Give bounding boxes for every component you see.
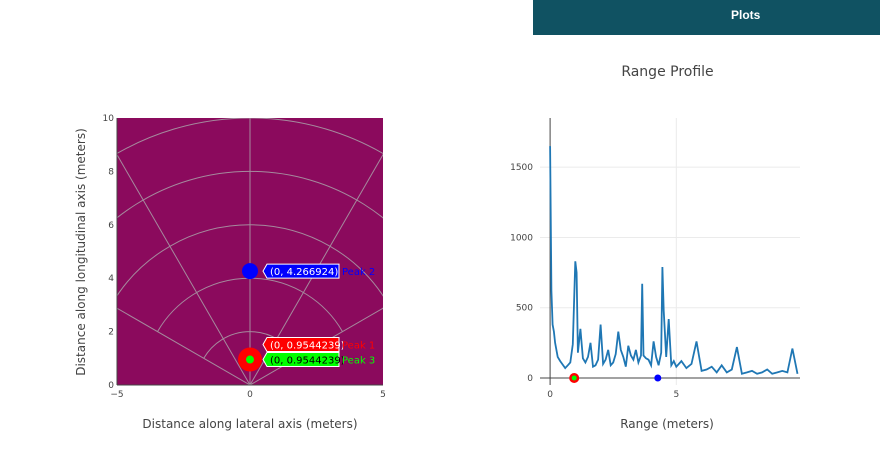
polar-plot-area[interactable] (117, 118, 383, 385)
y-tick-label: 6 (108, 221, 114, 231)
box-select-icon[interactable] (234, 40, 246, 52)
zoom-icon[interactable] (201, 40, 214, 53)
polar-ylabel: Distance along longitudinal axis (meters… (74, 128, 88, 376)
y-tick-label: 1500 (510, 163, 533, 173)
hover-compare-icon[interactable] (429, 40, 445, 52)
range-xlabel: Range (meters) (620, 417, 714, 431)
x-tick-label: 0 (247, 390, 253, 400)
x-tick-label: 0 (547, 390, 553, 400)
lasso-icon[interactable] (250, 40, 262, 53)
clip-mask-right (383, 0, 533, 471)
pan-icon[interactable] (218, 40, 230, 52)
y-tick-label: 8 (108, 167, 114, 177)
autoscale-icon[interactable] (298, 40, 310, 52)
polar-plot-title-line2: object at 0.9544 meters (166, 83, 335, 99)
spike-lines-icon[interactable] (381, 39, 390, 51)
polar-xlabel: Distance along lateral axis (meters) (142, 417, 357, 431)
page-left-margin (0, 0, 37, 471)
range-plot-area[interactable] (540, 118, 800, 385)
zoom-in-icon[interactable] (269, 41, 279, 51)
polar-plot-title: Distance to Strongest Peak object at 0.9… (118, 64, 383, 100)
range-profile-title: Range Profile (621, 64, 714, 80)
y-tick-label: 0 (527, 374, 533, 384)
y-tick-label: 1000 (510, 233, 533, 243)
app-header: Plots (50, 0, 880, 35)
x-tick-label: 5 (380, 390, 386, 400)
y-tick-label: 2 (108, 328, 114, 338)
polar-plot-title-line1: Distance to Strongest Peak (155, 65, 346, 81)
x-tick-label: −5 (110, 390, 123, 400)
x-tick-label: 5 (673, 390, 679, 400)
hover-closest-icon[interactable] (395, 42, 412, 50)
y-tick-label: 4 (108, 274, 114, 284)
zoom-out-icon[interactable] (284, 41, 294, 51)
y-tick-label: 500 (516, 304, 533, 314)
sidebar-rail (37, 0, 46, 471)
y-tick-label: 0 (108, 381, 114, 391)
reset-axes-icon[interactable] (314, 41, 326, 51)
header-title: Plots (731, 8, 761, 22)
camera-icon[interactable] (185, 41, 196, 51)
plot-modebar (183, 38, 473, 54)
y-tick-label: 10 (103, 114, 115, 124)
